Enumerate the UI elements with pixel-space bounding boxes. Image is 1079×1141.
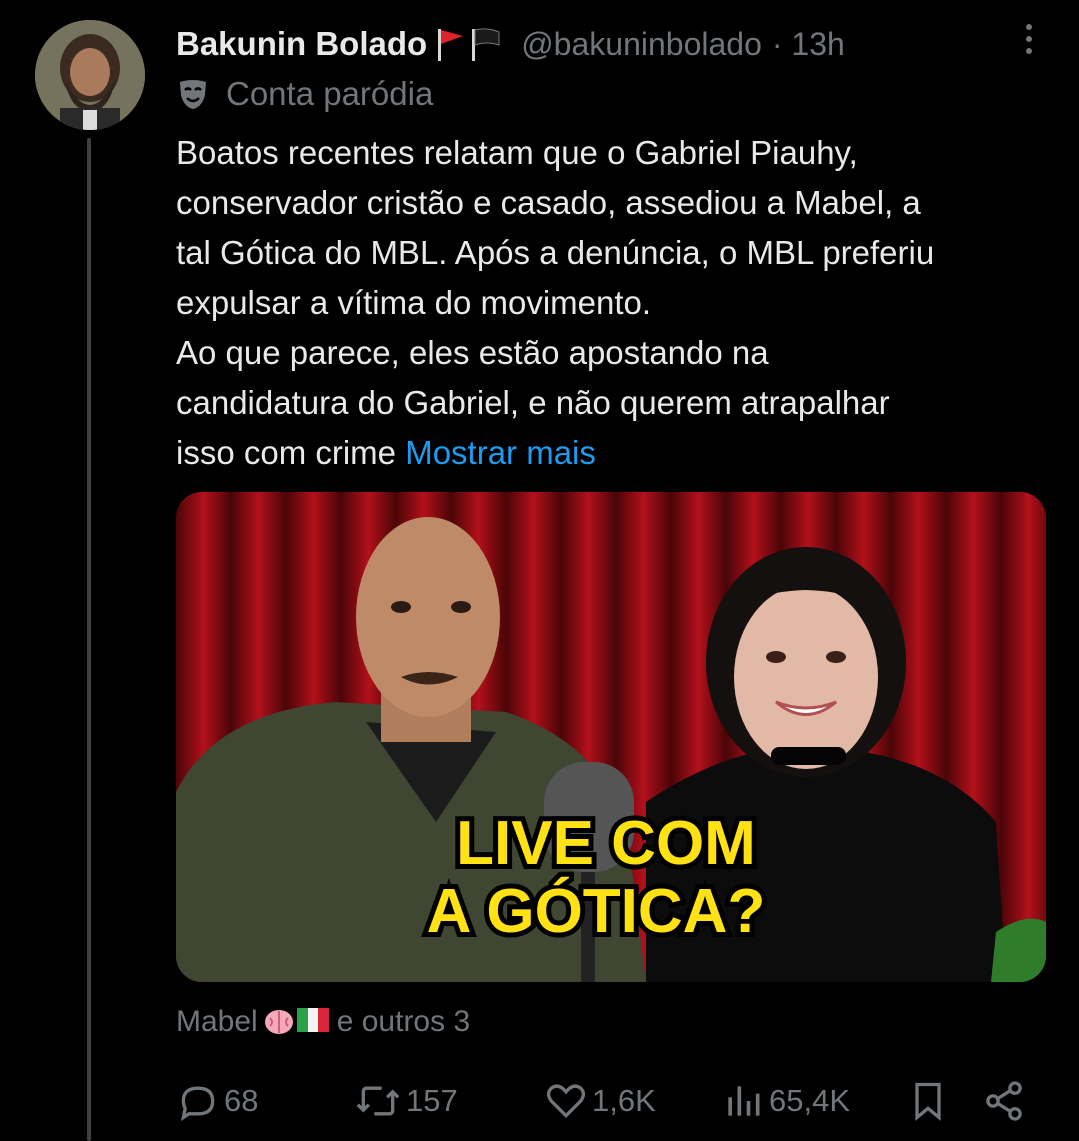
overlay-text-line1: LIVE COM [456, 809, 756, 878]
tweet-line: Boatos recentes relatam que o Gabriel Pi… [176, 134, 858, 171]
heart-icon [546, 1084, 586, 1119]
tweet-line: tal Gótica do MBL. Após a denúncia, o MB… [176, 234, 935, 271]
author-flags [435, 27, 503, 61]
tweet-line: isso com crime [176, 434, 397, 471]
views-button[interactable]: 65,4K [721, 1078, 850, 1124]
tweet-media-image[interactable]: LIVE COM LIVE COM A GÓTICA? A GÓTICA? [176, 492, 1046, 982]
repost-icon [356, 1086, 400, 1116]
tweet-line-last: isso com crime Mostrar mais [176, 428, 1056, 478]
brain-emoji-icon [264, 1010, 293, 1034]
parody-mask-icon [180, 80, 206, 109]
repost-count: 157 [406, 1083, 458, 1118]
repost-button[interactable]: 157 [354, 1078, 458, 1124]
like-button[interactable]: 1,6K [544, 1078, 656, 1124]
parody-badge: Conta paródia [176, 72, 433, 116]
overlay-text-line2: A GÓTICA? [427, 877, 766, 946]
author-avatar[interactable] [35, 20, 145, 130]
parody-label: Conta paródia [226, 75, 434, 112]
tweet-line: Ao que parece, eles estão apostando na [176, 334, 769, 371]
bookmark-button[interactable] [906, 1078, 954, 1124]
tweet-line: conservador cristão e casado, assediou a… [176, 184, 921, 221]
reply-button[interactable]: 68 [176, 1078, 258, 1124]
reply-count: 68 [224, 1083, 259, 1118]
tweet-text: Boatos recentes relatam que o Gabriel Pi… [176, 128, 1056, 478]
bookmark-icon [915, 1082, 941, 1122]
share-icon [986, 1081, 1022, 1121]
liked-by-emojis [264, 1008, 329, 1036]
liked-by-name: Mabel [176, 1005, 258, 1038]
reply-icon [180, 1086, 215, 1122]
tweet-line: expulsar a vítima do movimento. [176, 284, 652, 321]
tweet-line: candidatura do Gabriel, e não querem atr… [176, 384, 890, 421]
liked-by[interactable]: Mabel e outros 3 [176, 1002, 470, 1042]
like-count: 1,6K [592, 1083, 656, 1118]
tweet-header: Bakunin Bolado @bakuninbolado · 13h [176, 20, 1039, 68]
tweet-actions: 68 157 1,6K 65,4K [176, 1078, 1036, 1124]
share-button[interactable] [982, 1078, 1030, 1124]
show-more-link[interactable]: Mostrar mais [405, 434, 596, 471]
author-handle[interactable]: @bakuninbolado [521, 26, 762, 63]
thread-line [87, 138, 91, 1141]
red-flag-icon [438, 29, 464, 61]
author-name[interactable]: Bakunin Bolado [176, 25, 427, 63]
tweet-time[interactable]: · 13h [772, 26, 845, 63]
liked-by-suffix: e outros 3 [336, 1005, 471, 1038]
more-options-icon[interactable] [1024, 24, 1034, 60]
black-flag-icon [472, 28, 500, 61]
italy-flag-icon [296, 1008, 329, 1032]
views-bar-chart-icon [728, 1086, 760, 1116]
views-count: 65,4K [769, 1083, 851, 1118]
